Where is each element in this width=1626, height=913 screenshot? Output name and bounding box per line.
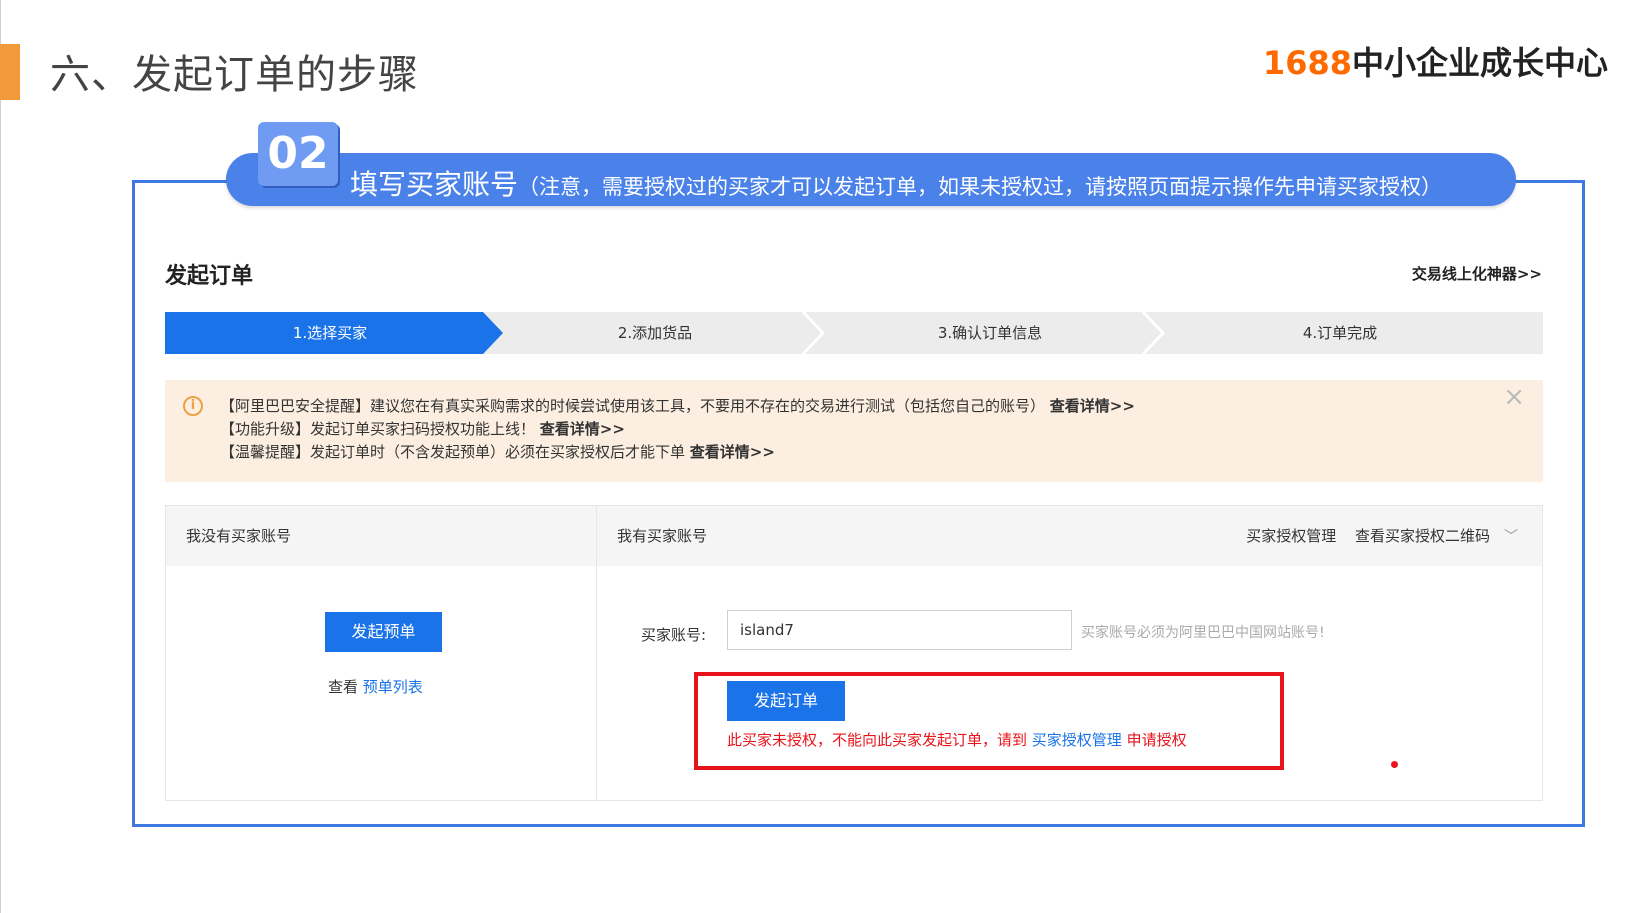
buyer-account-input[interactable]: island7 — [727, 610, 1072, 650]
notice-line-2: 【功能升级】发起订单买家扫码授权功能上线！ 查看详情>> — [220, 418, 1543, 441]
slide-title: 六、发起订单的步骤 — [50, 52, 419, 98]
error-text: 此买家未授权，不能向此买家发起订单，请到 — [727, 731, 1028, 749]
buyer-account-hint: 买家账号必须为阿里巴巴中国网站账号! — [1081, 625, 1325, 641]
step-title-main: 填写买家账号 — [350, 168, 519, 201]
page-title: 发起订单 — [165, 264, 254, 289]
notice-text-3: 【温馨提醒】发起订单时（不含发起预单）必须在买家授权后才能下单 — [220, 443, 686, 461]
buyer-account-label: 买家账号: — [641, 626, 707, 644]
header-links: 买家授权管理 查看买家授权二维码 ﹀ — [1232, 506, 1518, 567]
step-4: 4.订单完成 — [1302, 324, 1378, 342]
step-title-note: （注意，需要授权过的买家才可以发起订单，如果未授权过，请按照页面提示操作先申请买… — [518, 175, 1443, 199]
notice-line-3: 【温馨提醒】发起订单时（不含发起预单）必须在买家授权后才能下单 查看详情>> — [220, 441, 1543, 464]
view-prefix: 查看 — [328, 678, 359, 696]
has-account-title: 我有买家账号 — [617, 527, 708, 545]
step-3: 3.确认订单信息 — [937, 324, 1043, 342]
title-accent-bar — [0, 44, 20, 100]
chevron-down-icon[interactable]: ﹀ — [1504, 529, 1518, 545]
notice-link-3[interactable]: 查看详情>> — [690, 443, 775, 461]
logo-text: 中小企业成长中心 — [1351, 44, 1608, 82]
pre-order-list-text: 查看 预单列表 — [328, 676, 423, 697]
step-1: 1.选择买家 — [292, 324, 368, 342]
notice-line-1: 【阿里巴巴安全提醒】建议您在有真实采购需求的时候尝试使用该工具，不要用不存在的交… — [220, 395, 1543, 418]
progress-steps: 1.选择买家 2.添加货品 3.确认订单信息 4.订单完成 — [165, 312, 1543, 354]
account-panels: 我没有买家账号 发起预单 查看 预单列表 我有买家账号 买家授权管理 查看买家授… — [165, 505, 1543, 801]
error-suffix: 申请授权 — [1126, 731, 1187, 749]
notice-link-2[interactable]: 查看详情>> — [540, 420, 625, 438]
pre-order-list-link[interactable]: 预单列表 — [363, 678, 423, 696]
close-icon[interactable]: × — [1503, 384, 1525, 410]
step-number-badge: 02 — [258, 122, 338, 186]
info-icon: i — [183, 396, 203, 416]
step-divider-1 — [801, 312, 826, 354]
error-auth-manage-link[interactable]: 买家授权管理 — [1032, 731, 1122, 749]
tool-link[interactable]: 交易线上化神器>> — [1412, 263, 1542, 284]
authorization-error-message: 此买家未授权，不能向此买家发起订单，请到 买家授权管理 申请授权 — [727, 729, 1187, 750]
create-pre-order-button[interactable]: 发起预单 — [325, 612, 442, 652]
step-2: 2.添加货品 — [617, 324, 693, 342]
logo-number: 1688 — [1262, 44, 1352, 82]
notice-text-1: 【阿里巴巴安全提醒】建议您在有真实采购需求的时候尝试使用该工具，不要用不存在的交… — [220, 397, 1046, 415]
red-dot-marker — [1391, 761, 1398, 768]
has-account-panel: 我有买家账号 买家授权管理 查看买家授权二维码 ﹀ 买家账号: island7 买… — [597, 506, 1542, 800]
no-account-panel: 我没有买家账号 发起预单 查看 预单列表 — [166, 506, 597, 800]
has-account-header: 我有买家账号 买家授权管理 查看买家授权二维码 ﹀ — [597, 506, 1542, 566]
slide-edge — [0, 0, 1, 913]
create-order-button[interactable]: 发起订单 — [727, 681, 845, 721]
step-title: 填写买家账号（注意，需要授权过的买家才可以发起订单，如果未授权过，请按照页面提示… — [350, 163, 1442, 203]
notice-text-2: 【功能升级】发起订单买家扫码授权功能上线！ — [220, 420, 536, 438]
notice-box: i × 【阿里巴巴安全提醒】建议您在有真实采购需求的时候尝试使用该工具，不要用不… — [165, 380, 1543, 482]
no-account-header: 我没有买家账号 — [166, 506, 596, 566]
buyer-auth-qr-link[interactable]: 查看买家授权二维码 — [1355, 527, 1490, 545]
step-divider-2 — [1141, 312, 1166, 354]
buyer-auth-manage-link[interactable]: 买家授权管理 — [1246, 527, 1336, 545]
brand-logo: 1688中小企业成长中心 — [1263, 38, 1608, 84]
notice-link-1[interactable]: 查看详情>> — [1050, 397, 1135, 415]
